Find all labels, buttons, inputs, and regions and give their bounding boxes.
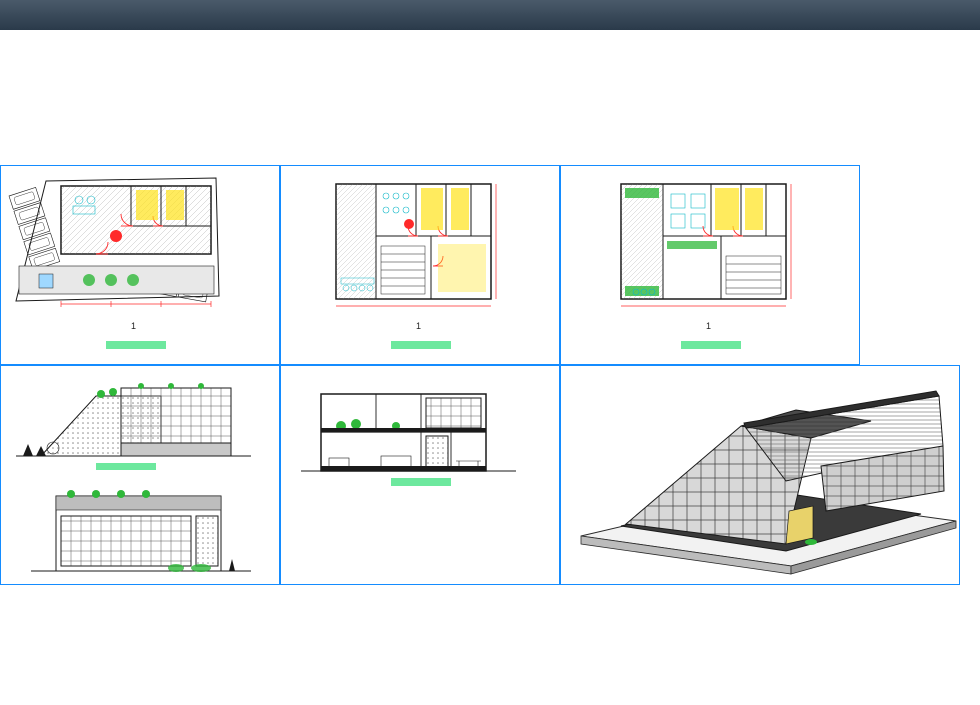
title-bar-label [106, 341, 166, 349]
ground-floor-plan [1, 166, 281, 366]
title-bar-label [391, 478, 451, 486]
title-bar-label [96, 463, 156, 470]
first-floor-plan [281, 166, 561, 366]
elevations-drawing [1, 366, 281, 586]
drawing-canvas: 1 1 [0, 30, 980, 705]
section-marker: 1 [416, 321, 421, 331]
sheet-ground-floor: 1 [0, 165, 280, 365]
sheet-second-floor: 1 [560, 165, 860, 365]
perspective-3d [561, 366, 961, 586]
sheet-section [280, 365, 560, 585]
second-floor-plan [561, 166, 861, 366]
section-drawing [281, 366, 561, 586]
sheet-first-floor: 1 [280, 165, 560, 365]
app-titlebar [0, 0, 980, 30]
sheet-elevations [0, 365, 280, 585]
section-marker: 1 [131, 321, 136, 331]
title-bar-label [391, 341, 451, 349]
title-bar-label [681, 341, 741, 349]
sheet-perspective [560, 365, 960, 585]
section-marker: 1 [706, 321, 711, 331]
